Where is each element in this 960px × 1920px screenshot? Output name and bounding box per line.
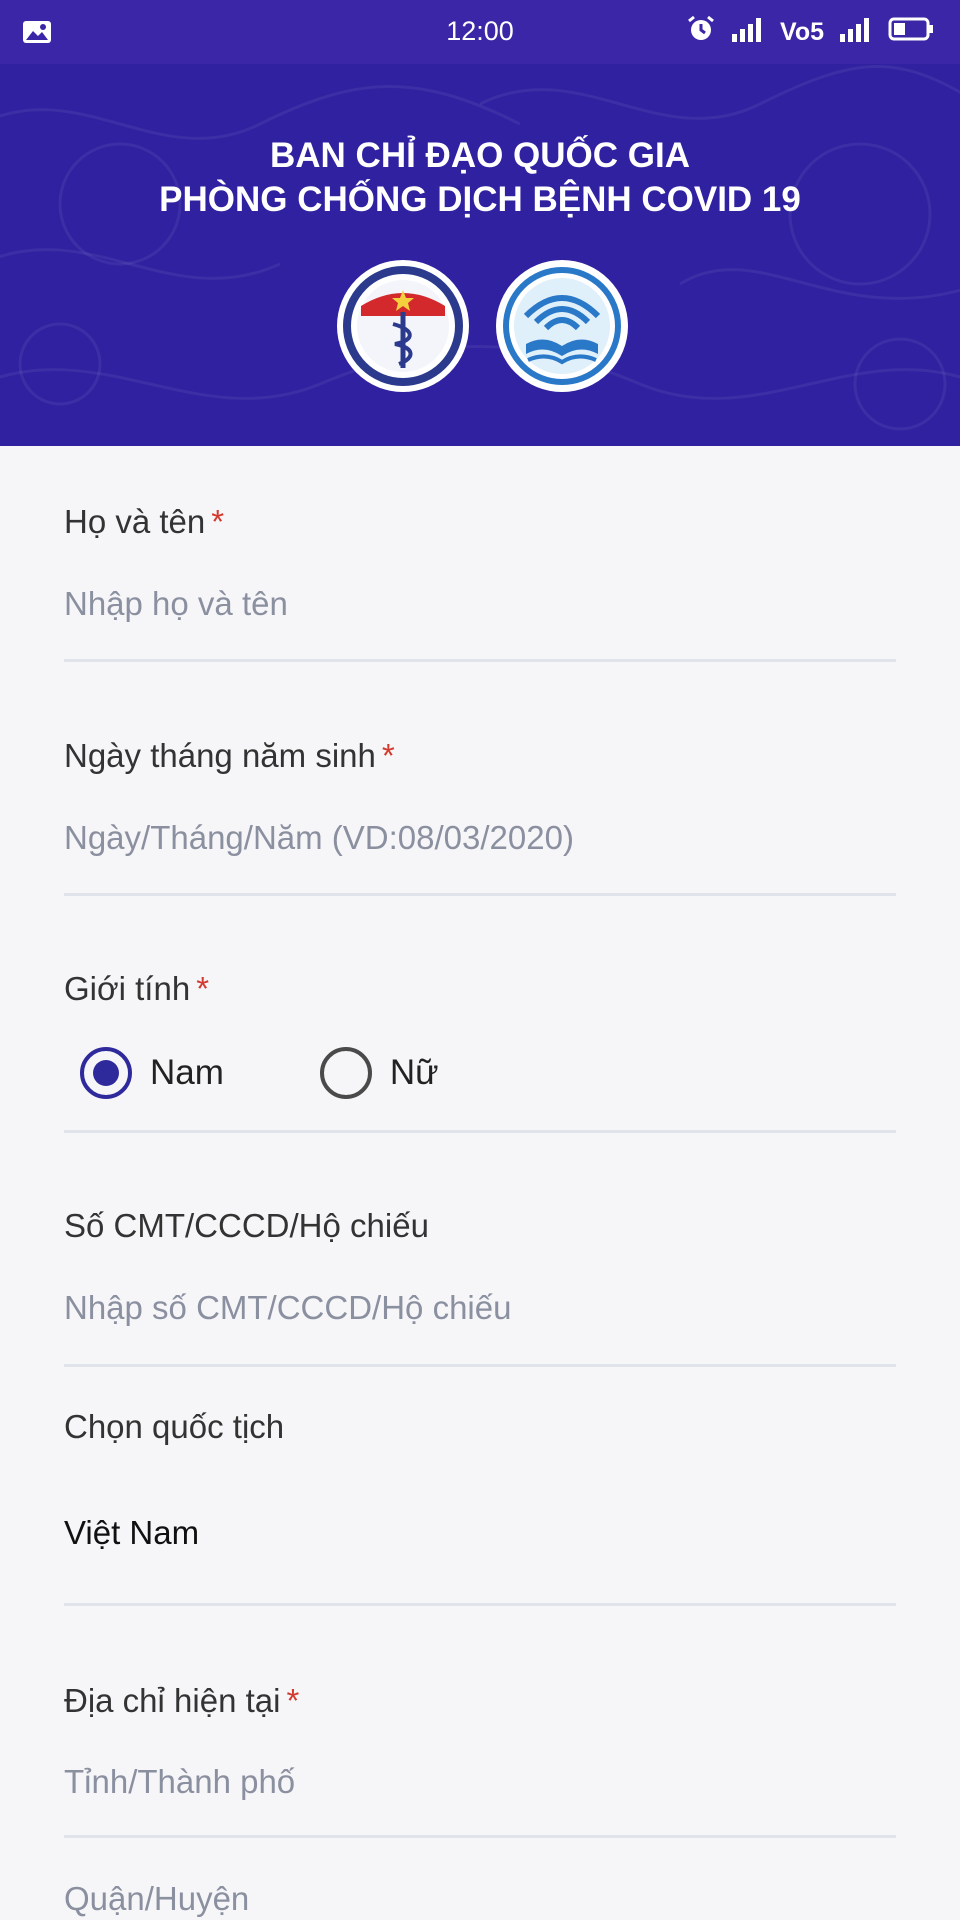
- header-title-line2: PHÒNG CHỐNG DỊCH BỆNH COVID 19: [159, 180, 801, 219]
- gender-male-radio[interactable]: Nam: [80, 1047, 224, 1099]
- gender-female-label: Nữ: [389, 1053, 439, 1092]
- birth-date-input[interactable]: [64, 819, 896, 857]
- province-divider: [64, 1835, 896, 1838]
- gender-female-radio[interactable]: Nữ: [319, 1047, 439, 1099]
- alarm-icon: [686, 14, 716, 51]
- full-name-label: Họ và tên *: [64, 503, 225, 540]
- address-label: Địa chỉ hiện tại *: [64, 1682, 300, 1719]
- required-mark: *: [381, 737, 395, 774]
- birth-date-divider: [64, 893, 896, 896]
- required-mark: *: [286, 1682, 300, 1719]
- province-input[interactable]: [64, 1763, 896, 1801]
- nationality-label: Chọn quốc tịch: [64, 1408, 285, 1445]
- radio-checked-icon: [80, 1047, 132, 1099]
- gender-male-label: Nam: [150, 1053, 224, 1092]
- radio-unchecked-icon: [319, 1047, 372, 1099]
- required-mark: *: [211, 503, 225, 540]
- ministry-of-health-logo: [337, 260, 469, 392]
- gender-radio-group: Nam Nữ: [80, 1045, 439, 1101]
- header-title-line1: BAN CHỈ ĐẠO QUỐC GIA: [270, 136, 690, 175]
- full-name-divider: [64, 659, 896, 662]
- id-number-label: Số CMT/CCCD/Hộ chiếu: [64, 1207, 429, 1244]
- id-number-input[interactable]: [64, 1289, 896, 1327]
- status-bar: 12:00 Vo5: [0, 0, 960, 64]
- ministry-of-information-logo: [496, 260, 628, 392]
- district-input[interactable]: [64, 1880, 896, 1918]
- id-number-divider: [64, 1364, 896, 1367]
- battery-icon: [888, 16, 934, 49]
- gender-divider: [64, 1130, 896, 1133]
- nationality-select[interactable]: Việt Nam: [64, 1514, 199, 1552]
- birth-date-label: Ngày tháng năm sinh *: [64, 737, 395, 774]
- app-header: BAN CHỈ ĐẠO QUỐC GIA PHÒNG CHỐNG DỊCH BỆ…: [0, 64, 960, 446]
- wifi-signal-icon: [730, 14, 766, 51]
- cellular-signal-icon: [838, 14, 874, 51]
- gender-label: Giới tính *: [64, 970, 210, 1007]
- nationality-divider: [64, 1603, 896, 1606]
- status-icons: Vo5: [686, 14, 934, 51]
- full-name-input[interactable]: [64, 585, 896, 623]
- required-mark: *: [196, 970, 210, 1007]
- header-pattern: [0, 65, 960, 431]
- network-type-label: Vo5: [780, 17, 824, 46]
